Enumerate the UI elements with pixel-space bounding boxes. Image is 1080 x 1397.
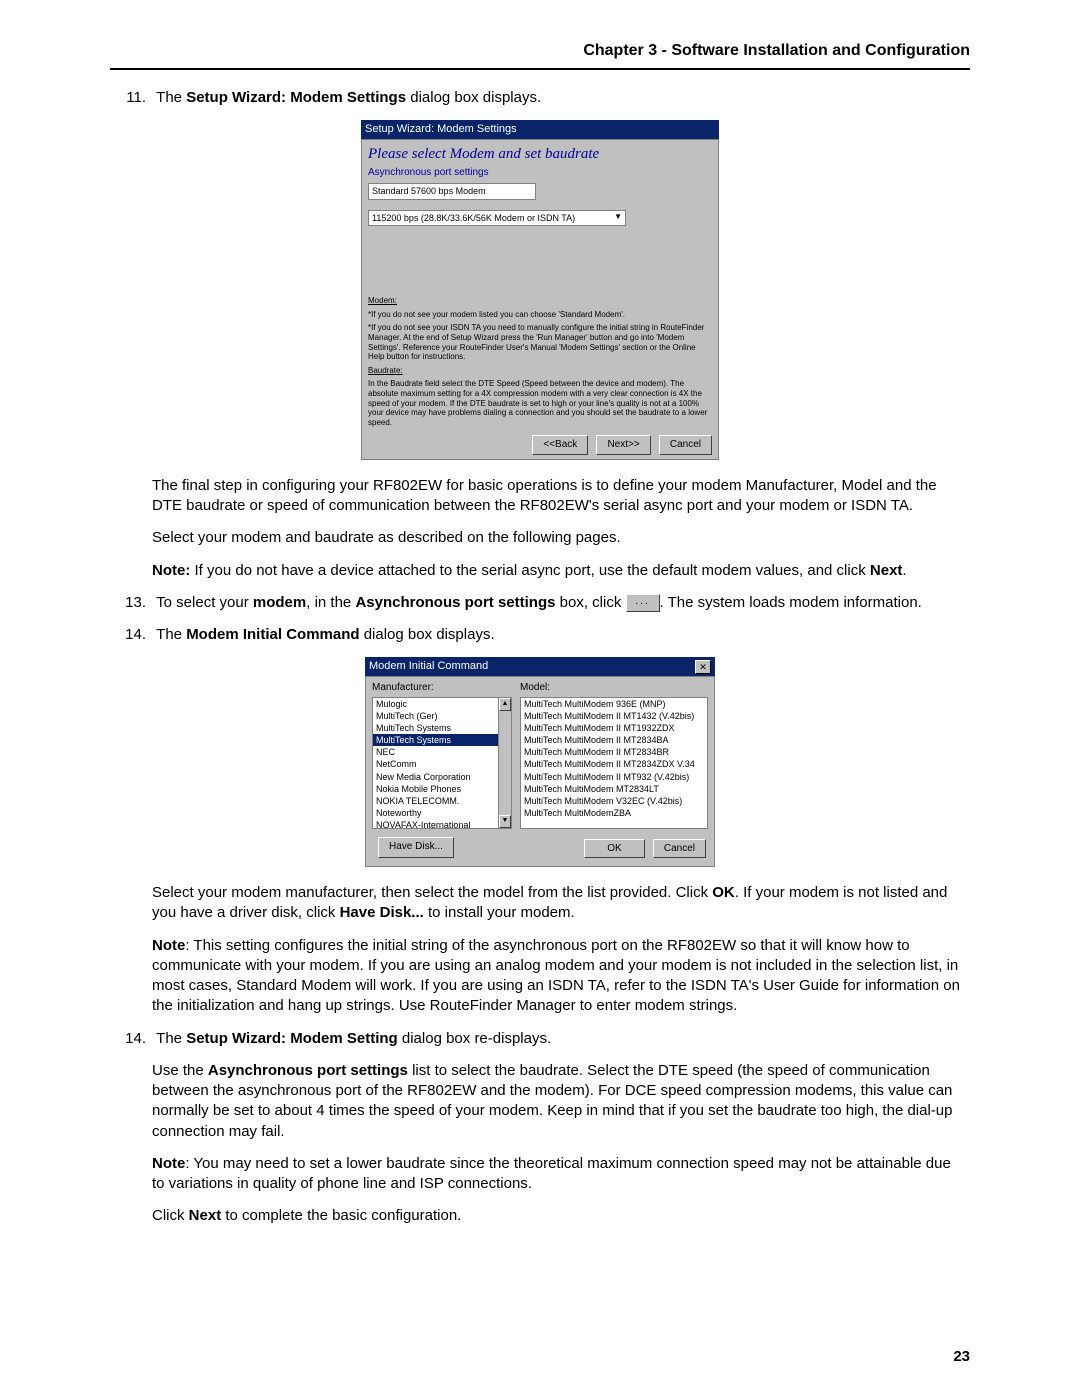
section-label: Asynchronous port settings <box>362 166 718 182</box>
paragraph: Select your modem and baudrate as descri… <box>152 528 962 548</box>
scrollbar[interactable]: ▲ ▼ <box>498 698 511 828</box>
scroll-up-icon[interactable]: ▲ <box>499 698 511 711</box>
list-item[interactable]: MultiTech MultiModem II MT1932ZDX <box>521 722 707 734</box>
list-item[interactable]: Noteworthy <box>373 807 511 819</box>
list-item[interactable]: MultiTech MultiModem II MT2834ZDX V.34 <box>521 758 707 770</box>
modem-field[interactable]: Standard 57600 bps Modem <box>368 183 536 199</box>
step-number: 14. <box>110 1029 152 1049</box>
step-text: The Setup Wizard: Modem Settings dialog … <box>156 88 936 108</box>
model-label: Model: <box>520 681 708 695</box>
chevron-down-icon: ▼ <box>614 212 622 223</box>
step-14: 14. The Modem Initial Command dialog box… <box>110 625 970 645</box>
dialog-prompt: Please select Modem and set baudrate <box>362 140 718 166</box>
step-number: 14. <box>110 625 152 645</box>
list-item[interactable]: Nokia Mobile Phones <box>373 783 511 795</box>
figure-modem-initial-command: Modem Initial Command ✕ Manufacturer: Mu… <box>110 657 970 867</box>
list-item[interactable]: NOVAFAX-International <box>373 819 511 829</box>
list-item[interactable]: MultiTech (Ger) <box>373 710 511 722</box>
step-11: 11. The Setup Wizard: Modem Settings dia… <box>110 88 970 108</box>
chapter-header: Chapter 3 - Software Installation and Co… <box>110 40 970 70</box>
have-disk-button[interactable]: Have Disk... <box>378 837 454 859</box>
list-item[interactable]: New Media Corporation <box>373 771 511 783</box>
step-number: 11. <box>110 88 152 108</box>
model-listbox[interactable]: MultiTech MultiModem 936E (MNP)MultiTech… <box>520 697 708 829</box>
help-text: In the Baudrate field select the DTE Spe… <box>362 377 718 429</box>
next-button[interactable]: Next>> <box>596 435 650 455</box>
list-item[interactable]: MultiTech MultiModem II MT2834BR <box>521 746 707 758</box>
figure-modem-settings: Setup Wizard: Modem Settings Please sele… <box>110 120 970 460</box>
step-13: 13. To select your modem, in the Asynchr… <box>110 593 970 613</box>
list-item[interactable]: MultiTech MultiModem II MT932 (V.42bis) <box>521 771 707 783</box>
list-item[interactable]: MultiTech MultiModem 936E (MNP) <box>521 698 707 710</box>
note: Note: This setting configures the initia… <box>152 936 962 1017</box>
close-icon[interactable]: ✕ <box>695 660 711 674</box>
paragraph: Select your modem manufacturer, then sel… <box>152 883 962 924</box>
step-14b: 14. The Setup Wizard: Modem Setting dial… <box>110 1029 970 1049</box>
step-number: 13. <box>110 593 152 613</box>
list-item[interactable]: MultiTech MultiModem II MT2834BA <box>521 734 707 746</box>
list-item[interactable]: MultiTech Systems <box>373 722 511 734</box>
paragraph: Click Next to complete the basic configu… <box>152 1206 962 1226</box>
step-text: The Setup Wizard: Modem Setting dialog b… <box>156 1029 936 1049</box>
scroll-down-icon[interactable]: ▼ <box>499 815 511 828</box>
paragraph: Use the Asynchronous port settings list … <box>152 1061 962 1142</box>
list-item[interactable]: NOKIA TELECOMM. <box>373 795 511 807</box>
cancel-button[interactable]: Cancel <box>659 435 712 455</box>
help-text: *If you do not see your ISDN TA you need… <box>362 321 718 363</box>
page-number: 23 <box>953 1347 970 1367</box>
list-item[interactable]: MultiTech MultiModem II MT1432 (V.42bis) <box>521 710 707 722</box>
list-item[interactable]: Mulogic <box>373 698 511 710</box>
document-page: Chapter 3 - Software Installation and Co… <box>0 0 1080 1397</box>
step-text: The Modem Initial Command dialog box dis… <box>156 625 936 645</box>
note: Note: You may need to set a lower baudra… <box>152 1154 962 1195</box>
window-titlebar: Setup Wizard: Modem Settings <box>361 120 719 139</box>
list-item[interactable]: MultiTech MultiModemZBA <box>521 807 707 819</box>
help-text: *If you do not see your modem listed you… <box>362 308 718 322</box>
paragraph: The final step in configuring your RF802… <box>152 476 962 517</box>
step-text: To select your modem, in the Asynchronou… <box>156 593 936 613</box>
note: Note: If you do not have a device attach… <box>152 561 962 581</box>
manufacturer-listbox[interactable]: MulogicMultiTech (Ger)MultiTech SystemsM… <box>372 697 512 829</box>
window-titlebar: Modem Initial Command ✕ <box>365 657 715 676</box>
cancel-button[interactable]: Cancel <box>653 839 706 859</box>
browse-button-icon[interactable]: ... <box>626 594 660 612</box>
ok-button[interactable]: OK <box>584 839 644 859</box>
manufacturer-label: Manufacturer: <box>372 681 512 695</box>
baudrate-dropdown[interactable]: 115200 bps (28.8K/33.6K/56K Modem or ISD… <box>368 210 626 226</box>
back-button[interactable]: <<Back <box>532 435 588 455</box>
list-item[interactable]: MultiTech MultiModem V32EC (V.42bis) <box>521 795 707 807</box>
list-item[interactable]: NEC <box>373 746 511 758</box>
list-item[interactable]: MultiTech Systems <box>373 734 511 746</box>
list-item[interactable]: MultiTech MultiModem MT2834LT <box>521 783 707 795</box>
help-modem-label: Modem: <box>362 294 718 308</box>
button-row: <<Back Next>> Cancel <box>362 429 718 459</box>
help-baud-label: Baudrate: <box>362 364 718 378</box>
list-item[interactable]: NetComm <box>373 758 511 770</box>
